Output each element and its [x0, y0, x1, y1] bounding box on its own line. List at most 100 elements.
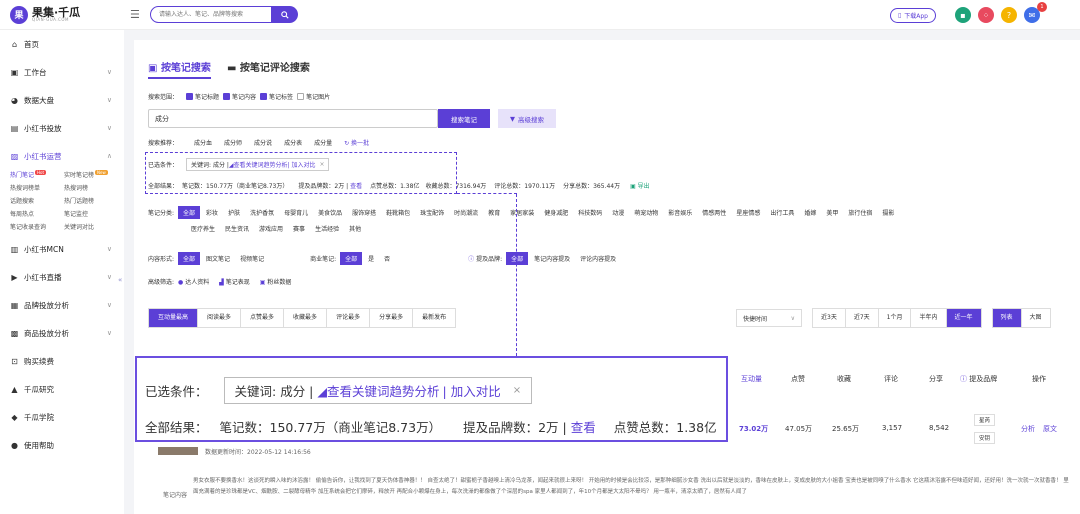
category-item[interactable]: 珠宝配饰	[420, 208, 444, 217]
recommend-chip[interactable]: 成分血	[194, 138, 212, 147]
time-option[interactable]: 1个月	[879, 309, 912, 327]
global-search-input[interactable]	[150, 6, 272, 23]
category-item[interactable]: 情感两性	[702, 208, 726, 217]
sidebar-item-academy[interactable]: ◆ 千瓜学院	[0, 403, 124, 431]
submenu-topic-search[interactable]: 话题搜索	[10, 196, 64, 205]
category-item[interactable]: 其他	[349, 224, 361, 233]
col-header-comments[interactable]: 评论	[884, 374, 898, 384]
format-all[interactable]: 全部	[178, 252, 201, 265]
commercial-all[interactable]: 全部	[340, 252, 363, 265]
recommend-chip[interactable]: 成分师	[224, 138, 242, 147]
category-item[interactable]: 服饰穿搭	[352, 208, 376, 217]
col-header-shares[interactable]: 分享	[929, 374, 943, 384]
category-item[interactable]: 出行工具	[770, 208, 794, 217]
sidebar-item-operate[interactable]: ▨ 小红书运营 ∧	[0, 142, 124, 170]
checkbox-content[interactable]	[223, 93, 231, 100]
sidebar-collapse-icon[interactable]: «	[118, 276, 122, 284]
mention-all[interactable]: 全部	[506, 252, 529, 265]
category-item[interactable]: 鞋靴箱包	[386, 208, 410, 217]
category-item[interactable]: 洗护香氛	[250, 208, 274, 217]
sidebar-item-goods[interactable]: ▩ 商品投放分析 ∨	[0, 319, 124, 347]
category-item[interactable]: 摄影	[882, 208, 894, 217]
tab-comment-search[interactable]: ▬ 按笔记评论搜索	[227, 59, 310, 79]
commercial-option[interactable]: 否	[384, 254, 390, 263]
time-option[interactable]: 近7天	[846, 309, 879, 327]
submenu-hotword-rank[interactable]: 热搜词榜	[64, 183, 124, 192]
submenu-query[interactable]: 笔记收录查询	[10, 222, 64, 231]
category-item[interactable]: 影音娱乐	[668, 208, 692, 217]
logo[interactable]: 果 果集·千瓜 QIAN-GUA.COM	[10, 5, 128, 24]
note-thumbnails[interactable]	[158, 447, 198, 455]
sidebar-item-mcn[interactable]: ▥ 小红书MCN ∨	[0, 235, 124, 263]
sort-option[interactable]: 分享最多	[370, 309, 414, 327]
filter-fans[interactable]: ▣ 粉丝数据	[260, 277, 292, 286]
category-item[interactable]: 美食饮品	[318, 208, 342, 217]
close-icon[interactable]: ×	[513, 385, 521, 396]
category-item[interactable]: 护肤	[228, 208, 240, 217]
submenu-hot-notes[interactable]: 热门笔记 Hot	[10, 170, 64, 179]
checkbox-title[interactable]	[186, 93, 194, 100]
category-item[interactable]: 科技数码	[578, 208, 602, 217]
sort-option[interactable]: 评论最多	[327, 309, 371, 327]
sort-option[interactable]: 互动量最高	[149, 309, 199, 327]
sidebar-item-research[interactable]: ▲ 千瓜研究	[0, 375, 124, 403]
zoom-trend-link[interactable]: ◢查看关键词趋势分析	[317, 381, 439, 400]
sidebar-item-help[interactable]: ● 使用帮助	[0, 431, 124, 459]
category-all[interactable]: 全部	[178, 206, 201, 219]
category-item[interactable]: 赛事	[293, 224, 305, 233]
category-item[interactable]: 旅行住宿	[848, 208, 872, 217]
message-icon[interactable]: ✉ 1	[1024, 2, 1047, 23]
mention-option[interactable]: 笔记内容提及	[534, 254, 570, 263]
col-header-collect[interactable]: 收藏	[837, 374, 851, 384]
submenu-realtime[interactable]: 实时笔记榜 New	[64, 170, 124, 179]
category-item[interactable]: 生活经验	[315, 224, 339, 233]
submenu-hotwords[interactable]: 热搜词榜单	[10, 183, 64, 192]
view-list[interactable]: 列表	[992, 309, 1022, 327]
category-item[interactable]: 教育	[488, 208, 500, 217]
category-item[interactable]: 美甲	[826, 208, 838, 217]
view-grid[interactable]: 大图	[1022, 309, 1050, 327]
brand-tag[interactable]: 安钥	[974, 432, 996, 444]
download-app-button[interactable]: ▯ 下载App	[889, 7, 936, 23]
search-notes-button[interactable]: 搜索笔记	[438, 109, 490, 128]
sort-option[interactable]: 点赞最多	[241, 309, 285, 327]
zoom-compare-link[interactable]: | 加入对比	[443, 381, 501, 400]
category-item[interactable]: 星座情感	[736, 208, 760, 217]
apps-icon[interactable]: ⁘	[978, 7, 994, 23]
col-header-likes[interactable]: 点赞	[791, 374, 805, 384]
time-option[interactable]: 近一年	[946, 309, 981, 327]
brand-tag[interactable]: 星芮	[974, 414, 996, 426]
advanced-search-button[interactable]: ▼ 高级搜索	[498, 109, 556, 128]
sidebar-item-ads[interactable]: ▤ 小红书投放 ∨	[0, 114, 124, 142]
sidebar-item-dashboard[interactable]: ◕ 数据大盘 ∨	[0, 86, 124, 114]
sort-option[interactable]: 收藏最多	[284, 309, 328, 327]
category-item[interactable]: 游戏应用	[259, 224, 283, 233]
category-item[interactable]: 时尚潮流	[454, 208, 478, 217]
checkbox-tags[interactable]	[260, 93, 268, 100]
mention-option[interactable]: 评论内容提及	[580, 254, 616, 263]
category-item[interactable]: 萌宠动物	[634, 208, 658, 217]
category-item[interactable]: 医疗养生	[191, 224, 215, 233]
filter-creator[interactable]: ● 达人资料	[178, 277, 209, 286]
filter-performance[interactable]: ▟ 笔记表现	[219, 277, 250, 286]
recommend-chip[interactable]: 成分说	[254, 138, 272, 147]
keyword-input[interactable]: 成分	[148, 109, 438, 128]
submenu-hot-topics[interactable]: 热门话题榜	[64, 196, 124, 205]
analyze-link[interactable]: 分析	[1021, 424, 1035, 434]
time-select[interactable]: 快捷时间 ∨	[736, 309, 802, 327]
sidebar-item-live[interactable]: ▶ 小红书直播 ∨	[0, 263, 124, 291]
checkbox-images[interactable]	[297, 93, 305, 100]
category-item[interactable]: 母婴育儿	[284, 208, 308, 217]
export-button[interactable]: ▣ 导出	[630, 181, 650, 190]
time-option[interactable]: 近3天	[813, 309, 846, 327]
category-item[interactable]: 民生资讯	[225, 224, 249, 233]
sidebar-item-buy[interactable]: ⊡ 购买续费	[0, 347, 124, 375]
refresh-button[interactable]: ↻ 换一批	[344, 138, 369, 147]
sidebar-item-workbench[interactable]: ▣ 工作台 ∨	[0, 58, 124, 86]
commercial-option[interactable]: 是	[368, 254, 374, 263]
recommend-chip[interactable]: 成分量	[314, 138, 332, 147]
category-item[interactable]: 健身减肥	[544, 208, 568, 217]
category-item[interactable]: 彩妆	[206, 208, 218, 217]
recommend-chip[interactable]: 成分表	[284, 138, 302, 147]
sort-option[interactable]: 阅读最多	[198, 309, 242, 327]
